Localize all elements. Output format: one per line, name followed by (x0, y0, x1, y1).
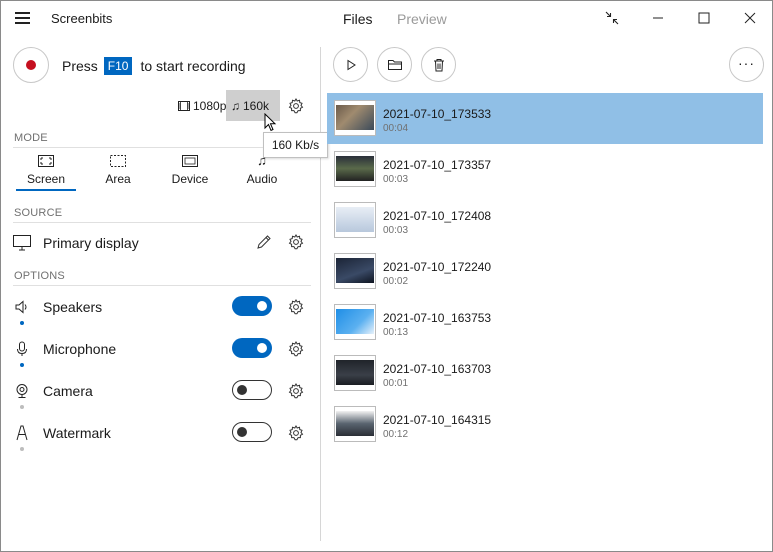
panel-divider (320, 47, 321, 541)
quality-settings-gear-icon[interactable] (287, 97, 305, 115)
mouse-cursor-icon (264, 113, 277, 132)
watermark-toggle[interactable] (232, 422, 272, 442)
file-duration: 00:12 (383, 429, 409, 440)
compact-overlay-icon[interactable] (589, 1, 635, 35)
mode-area[interactable]: Area (87, 155, 149, 191)
file-item[interactable]: 2021-07-10_172240 00:02 (327, 246, 763, 297)
open-folder-button[interactable] (377, 47, 412, 82)
file-name: 2021-07-10_164315 (383, 413, 492, 427)
options-section-label: OPTIONS (14, 270, 65, 282)
tab-files[interactable]: Files (343, 11, 373, 27)
file-name: 2021-07-10_172408 (383, 209, 492, 223)
microphone-icon (13, 340, 31, 367)
file-name: 2021-07-10_163753 (383, 311, 492, 325)
camera-toggle[interactable] (232, 380, 272, 400)
option-label-microphone: Microphone (43, 341, 117, 357)
area-mode-icon (110, 155, 126, 167)
file-name: 2021-07-10_173533 (383, 107, 492, 121)
speaker-icon (13, 298, 31, 325)
film-icon (178, 100, 190, 111)
mode-audio-label: Audio (246, 172, 278, 186)
microphone-toggle[interactable] (232, 338, 272, 358)
monitor-icon (13, 234, 31, 252)
resolution-button[interactable]: 1080p (173, 90, 231, 121)
close-icon[interactable] (727, 1, 773, 35)
mode-divider (13, 147, 263, 148)
more-dots-icon: ··· (738, 54, 755, 71)
file-list: 2021-07-10_173533 00:04 2021-07-10_173357 0… (327, 93, 763, 450)
option-label-watermark: Watermark (43, 425, 111, 441)
camera-icon (13, 382, 31, 409)
file-item[interactable]: 2021-07-10_164315 00:12 (327, 399, 763, 450)
source-section-label: SOURCE (14, 207, 63, 219)
option-label-camera: Camera (43, 383, 93, 399)
music-note-icon: ♫ (231, 98, 240, 113)
tab-preview[interactable]: Preview (397, 11, 447, 27)
record-button[interactable] (13, 47, 49, 83)
hint-prefix: Press (62, 58, 98, 74)
file-duration: 00:03 (383, 174, 409, 185)
file-name: 2021-07-10_173357 (383, 158, 492, 172)
hint-suffix: to start recording (140, 58, 246, 74)
source-divider (13, 222, 311, 223)
play-button[interactable] (333, 47, 368, 82)
mode-device[interactable]: Device (159, 155, 221, 191)
file-thumbnail (334, 100, 376, 136)
file-name: 2021-07-10_163703 (383, 362, 492, 376)
audio-mode-icon: ♫ (257, 153, 267, 168)
delete-button[interactable] (421, 47, 456, 82)
folder-icon (387, 59, 402, 70)
mode-device-label: Device (171, 172, 209, 186)
file-thumbnail (334, 406, 376, 442)
watermark-settings-gear-icon[interactable] (287, 424, 305, 442)
file-item[interactable]: 2021-07-10_163753 00:13 (327, 297, 763, 348)
microphone-settings-gear-icon[interactable] (287, 340, 305, 358)
speakers-settings-gear-icon[interactable] (287, 298, 305, 316)
options-divider (13, 285, 311, 286)
hamburger-menu-icon[interactable] (15, 11, 33, 25)
file-item[interactable]: 2021-07-10_173357 00:03 (327, 144, 763, 195)
source-settings-gear-icon[interactable] (287, 233, 305, 251)
file-duration: 00:03 (383, 225, 409, 236)
record-hint: Press F10 to start recording (62, 57, 246, 75)
file-duration: 00:01 (383, 378, 409, 389)
file-duration: 00:13 (383, 327, 409, 338)
minimize-icon[interactable] (635, 1, 681, 35)
bitrate-label: 160k (243, 98, 270, 113)
file-thumbnail (334, 355, 376, 391)
hotkey-badge: F10 (103, 57, 133, 75)
file-duration: 00:02 (383, 276, 409, 287)
screen-mode-icon (38, 155, 54, 167)
mode-screen-label: Screen (26, 172, 66, 186)
file-item[interactable]: 2021-07-10_173533 00:04 (327, 93, 763, 144)
file-thumbnail (334, 202, 376, 238)
file-duration: 00:04 (383, 123, 409, 134)
mode-selected-indicator (16, 189, 76, 191)
speakers-toggle[interactable] (232, 296, 272, 316)
play-icon (347, 59, 356, 70)
mode-area-label: Area (105, 172, 131, 186)
source-value: Primary display (43, 235, 139, 251)
maximize-icon[interactable] (681, 1, 727, 35)
app-title: Screenbits (51, 11, 113, 26)
camera-settings-gear-icon[interactable] (287, 382, 305, 400)
file-name: 2021-07-10_172240 (383, 260, 492, 274)
file-thumbnail (334, 151, 376, 187)
mode-screen[interactable]: Screen (15, 155, 77, 191)
resolution-label: 1080p (193, 98, 227, 113)
more-options-button[interactable]: ··· (729, 47, 764, 82)
file-item[interactable]: 2021-07-10_163703 00:01 (327, 348, 763, 399)
file-thumbnail (334, 253, 376, 289)
file-thumbnail (334, 304, 376, 340)
title-bar: Screenbits Files Preview (1, 1, 772, 37)
mode-section-label: MODE (14, 132, 48, 144)
device-mode-icon (182, 155, 198, 167)
mode-audio[interactable]: ♫ Audio (231, 153, 293, 191)
option-label-speakers: Speakers (43, 299, 103, 315)
watermark-icon (13, 424, 31, 451)
file-item[interactable]: 2021-07-10_172408 00:03 (327, 195, 763, 246)
record-dot-icon (26, 60, 36, 70)
edit-source-pencil-icon[interactable] (255, 233, 273, 251)
trash-icon (433, 58, 444, 71)
